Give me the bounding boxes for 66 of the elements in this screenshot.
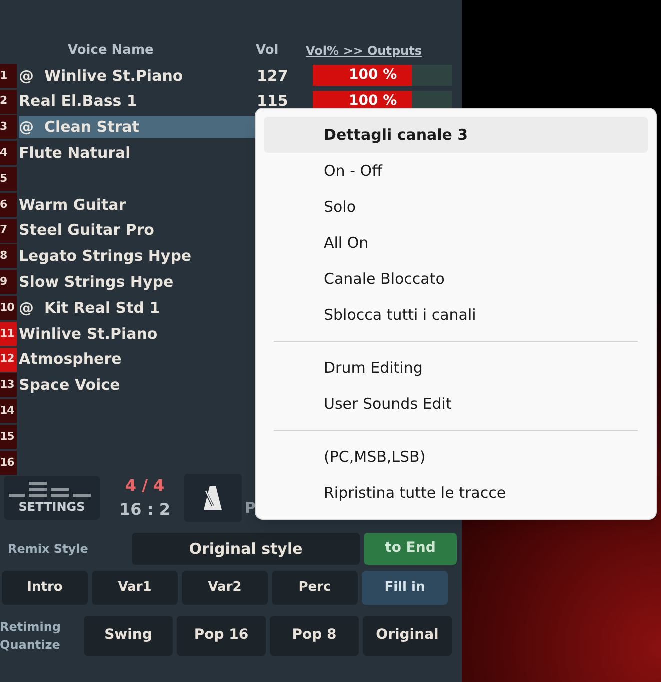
channel-number: 10	[0, 296, 17, 320]
remix-label: Remix Style	[7, 540, 90, 558]
channel-number: 11	[0, 322, 17, 346]
menu-item[interactable]: All On	[264, 225, 648, 261]
style-dropdown[interactable]: Original style	[132, 532, 360, 565]
channel-number: 7	[0, 218, 17, 243]
channel-number: 12	[0, 348, 17, 372]
voice-name[interactable]: Warm Guitar	[19, 194, 126, 216]
voice-name[interactable]: Slow Strings Hype	[19, 271, 174, 294]
quantize-button[interactable]: Original	[363, 616, 452, 656]
metronome-button[interactable]	[184, 474, 242, 522]
menu-item[interactable]: Ripristina tutte le tracce	[264, 475, 648, 511]
channel-number: 8	[0, 244, 17, 268]
channel-number: 16	[0, 450, 17, 475]
output-value: 100 %	[349, 92, 398, 112]
voice-name[interactable]: @ Clean Strat	[19, 116, 140, 139]
section-button[interactable]: Intro	[2, 570, 88, 605]
output-value: 100 %	[349, 66, 398, 86]
voice-name[interactable]: Winlive St.Piano	[19, 322, 158, 346]
voice-name[interactable]: Real El.Bass 1	[19, 90, 138, 113]
quantize-button[interactable]: Pop 8	[270, 616, 359, 656]
channel-number: 1	[0, 64, 17, 88]
channel-number: 4	[0, 141, 17, 166]
section-button[interactable]: Fill in	[362, 570, 448, 605]
quantize-button[interactable]: Swing	[84, 616, 173, 656]
menu-item[interactable]: On - Off	[264, 153, 648, 189]
settings-button[interactable]: SETTINGS	[4, 476, 100, 520]
quantize-button[interactable]: Pop 16	[177, 616, 266, 656]
menu-item[interactable]: Dettagli canale 3	[264, 117, 648, 153]
section-button[interactable]: Var2	[182, 570, 268, 605]
section-button[interactable]: Perc	[272, 570, 358, 605]
metronome-icon	[203, 484, 223, 512]
song-position: 16 : 2	[120, 498, 170, 521]
voice-name[interactable]: @ Winlive St.Piano	[19, 64, 184, 88]
channel-number: 13	[0, 373, 17, 398]
cut-label: P	[245, 498, 256, 518]
time-signature: 4 / 4	[125, 474, 165, 497]
voice-name[interactable]: @ Kit Real Std 1	[19, 296, 160, 320]
channel-number: 3	[0, 115, 17, 140]
selected-row[interactable]: @ Clean Strat	[19, 116, 255, 138]
menu-item[interactable]: User Sounds Edit	[264, 386, 648, 422]
retiming-label: Quantize	[0, 636, 62, 654]
channel-number: 14	[0, 399, 17, 424]
section-button[interactable]: Var1	[92, 570, 178, 605]
column-header: Vol% >> Outputs	[306, 43, 422, 60]
channel-number: 2	[0, 90, 17, 114]
menu-item[interactable]: Drum Editing	[264, 350, 648, 386]
to-end-button[interactable]: to End	[364, 532, 457, 565]
menu-item[interactable]: Solo	[264, 189, 648, 225]
menu-item[interactable]: (PC,MSB,LSB)	[264, 439, 648, 475]
channel-number: 15	[0, 425, 17, 450]
volume-value: 127	[256, 66, 290, 87]
channel-number: 9	[0, 270, 17, 294]
menu-item[interactable]: Sblocca tutti i canali	[264, 297, 648, 333]
volume-value: 115	[256, 91, 290, 112]
voice-name[interactable]: Space Voice	[19, 374, 120, 397]
column-header: Voice Name	[68, 42, 155, 60]
channel-number: 6	[0, 192, 17, 217]
column-header: Vol	[255, 42, 280, 60]
retiming-label: Retiming	[0, 618, 62, 636]
voice-name[interactable]: Steel Guitar Pro	[19, 219, 154, 242]
voice-name[interactable]: Flute Natural	[19, 142, 131, 165]
voice-name[interactable]: Legato Strings Hype	[19, 245, 192, 268]
channel-number: 5	[0, 167, 17, 192]
voice-name[interactable]: Atmosphere	[19, 348, 122, 371]
menu-item[interactable]: Canale Bloccato	[264, 261, 648, 297]
